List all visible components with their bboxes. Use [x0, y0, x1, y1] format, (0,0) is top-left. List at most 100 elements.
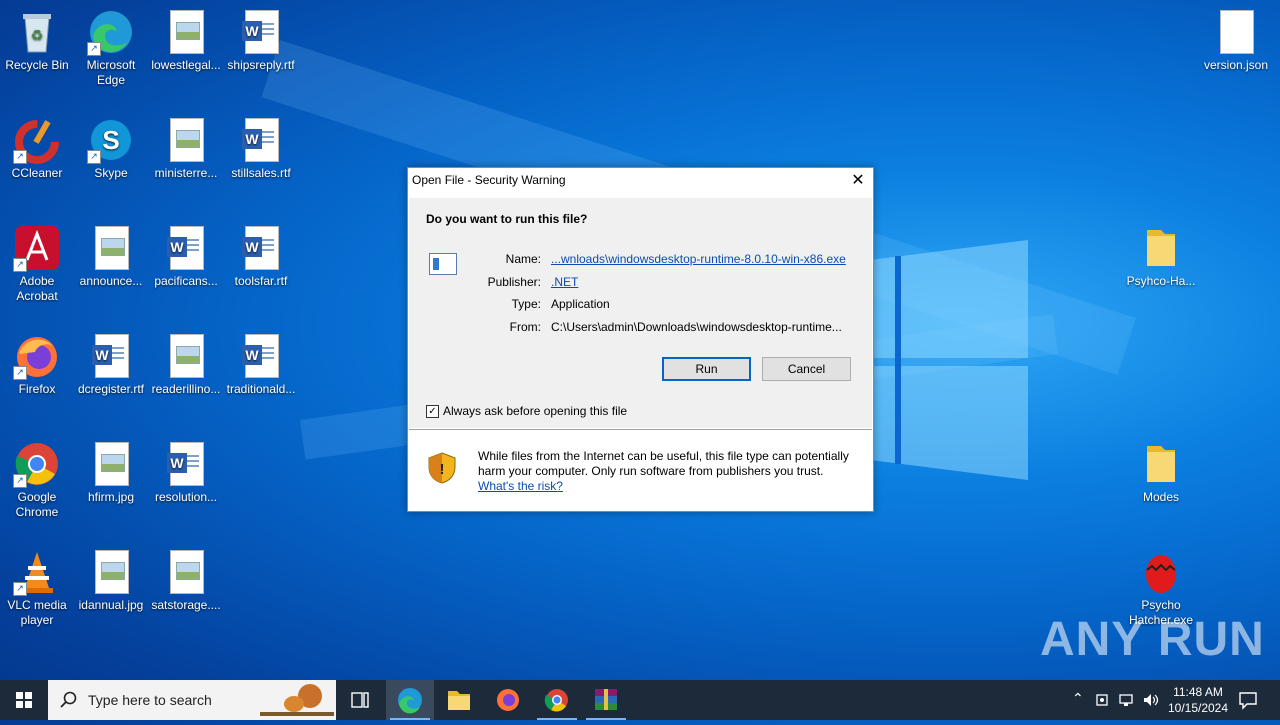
desktop-icon-ministerre[interactable]: ministerre...	[149, 116, 223, 181]
folder-icon	[1137, 440, 1185, 488]
desktop-icon-label: Skype	[94, 166, 128, 180]
desktop-icon-traditionald[interactable]: W traditionald...	[224, 332, 298, 397]
shortcut-arrow-icon: ↗	[13, 474, 27, 488]
from-label: From:	[509, 320, 541, 334]
whats-the-risk-link[interactable]: What's the risk?	[478, 479, 563, 493]
shortcut-arrow-icon: ↗	[13, 258, 27, 272]
shortcut-arrow-icon: ↗	[13, 366, 27, 380]
desktop-icon-ccleaner[interactable]: ↗ CCleaner	[0, 116, 74, 181]
desktop-icon-recycle-bin[interactable]: ♻ Recycle Bin	[0, 8, 74, 73]
from-value: C:\Users\admin\Downloads\windowsdesktop-…	[551, 320, 842, 334]
search-icon	[60, 691, 77, 708]
taskbar-chrome[interactable]	[533, 680, 581, 720]
dialog-separator	[409, 429, 872, 430]
squirrel-illustration-icon	[260, 684, 334, 716]
desktop-icon-label: resolution...	[154, 490, 218, 504]
desktop-icon-label: Modes	[1142, 490, 1180, 504]
firefox-icon: ↗	[13, 332, 61, 380]
shortcut-arrow-icon: ↗	[13, 150, 27, 164]
desktop-icon-label: hfirm.jpg	[87, 490, 134, 504]
desktop-icon-label: version.json	[1203, 58, 1269, 72]
taskbar-winrar[interactable]	[582, 680, 630, 720]
image-file-icon	[162, 8, 210, 56]
desktop-icon-label: shipsreply.rtf	[227, 58, 295, 72]
taskbar-clock[interactable]: 11:48 AM 10/15/2024	[1160, 684, 1236, 716]
desktop-icon-modes-folder[interactable]: Modes	[1124, 440, 1198, 505]
desktop-icon-idannual[interactable]: idannual.jpg	[74, 548, 148, 613]
taskbar-firefox[interactable]	[484, 680, 532, 720]
name-label: Name:	[505, 252, 541, 266]
edge-icon	[398, 688, 422, 714]
publisher-link[interactable]: .NET	[551, 275, 578, 289]
desktop-icon-label: traditionald...	[226, 382, 296, 396]
shortcut-arrow-icon: ↗	[87, 150, 101, 164]
meet-now-icon[interactable]	[1095, 692, 1111, 708]
file-name-link[interactable]: ...wnloads\windowsdesktop-runtime-8.0.10…	[551, 252, 846, 266]
publisher-label: Publisher:	[487, 275, 541, 289]
desktop-icon-skype[interactable]: S ↗ Skype	[74, 116, 148, 181]
desktop-icon-satstorage[interactable]: satstorage....	[149, 548, 223, 613]
desktop-icon-label: lowestlegal...	[151, 58, 221, 72]
blank-file-icon	[1212, 8, 1260, 56]
desktop-icon-label: stillsales.rtf	[231, 166, 291, 180]
desktop-icon-label: ministerre...	[154, 166, 218, 180]
chrome-icon: ↗	[13, 440, 61, 488]
shortcut-arrow-icon: ↗	[13, 582, 27, 596]
desktop-icon-label: Psyhco-Ha...	[1126, 274, 1196, 288]
image-file-icon	[162, 116, 210, 164]
run-button[interactable]: Run	[662, 357, 751, 381]
desktop-icon-google-chrome[interactable]: ↗ Google Chrome	[0, 440, 74, 520]
desktop-icon-dcregister[interactable]: W dcregister.rtf	[74, 332, 148, 397]
desktop-icon-adobe-acrobat[interactable]: ↗ Adobe Acrobat	[0, 224, 74, 304]
dialog-body: Do you want to run this file? Name: ...w…	[409, 198, 872, 428]
cancel-button[interactable]: Cancel	[762, 357, 851, 381]
word-document-icon: W	[87, 332, 135, 380]
notification-center-icon[interactable]	[1238, 690, 1258, 710]
desktop-icon-readerillino[interactable]: readerillino...	[149, 332, 223, 397]
shortcut-arrow-icon: ↗	[87, 42, 101, 56]
task-view-button[interactable]	[336, 680, 384, 720]
desktop-icon-label: CCleaner	[11, 166, 63, 180]
network-icon[interactable]	[1119, 692, 1135, 708]
desktop-icon-stillsales[interactable]: W stillsales.rtf	[224, 116, 298, 181]
type-label: Type:	[511, 297, 541, 311]
desktop-icon-lowestlegal[interactable]: lowestlegal...	[149, 8, 223, 73]
clock-date: 10/15/2024	[1167, 701, 1229, 715]
red-egg-icon	[1137, 548, 1185, 596]
taskbar-edge[interactable]	[386, 680, 434, 720]
desktop-icon-label: Google Chrome	[15, 490, 59, 519]
volume-icon[interactable]	[1142, 692, 1160, 708]
svg-text:♻: ♻	[31, 27, 44, 43]
word-document-icon: W	[237, 224, 285, 272]
start-button[interactable]	[0, 680, 48, 720]
desktop-icon-label: Firefox	[18, 382, 56, 396]
taskbar-search-box[interactable]: Type here to search	[48, 680, 336, 720]
svg-text:S: S	[102, 125, 119, 155]
show-hidden-icons-chevron[interactable]: ⌃	[1072, 690, 1084, 707]
dialog-title: Open File - Security Warning	[412, 173, 566, 187]
desktop-icon-resolution[interactable]: W resolution...	[149, 440, 223, 505]
wallpaper-windows-logo	[870, 240, 1028, 480]
word-document-icon: W	[237, 116, 285, 164]
desktop-icon-firefox[interactable]: ↗ Firefox	[0, 332, 74, 397]
desktop-icon-pacificans[interactable]: W pacificans...	[149, 224, 223, 289]
desktop-icon-version-json[interactable]: version.json	[1199, 8, 1273, 73]
desktop-icon-announce[interactable]: announce...	[74, 224, 148, 289]
desktop-icon-shipsreply[interactable]: W shipsreply.rtf	[224, 8, 298, 73]
always-ask-checkbox[interactable]: ✓	[426, 405, 439, 419]
taskbar: Type here to search ⌃ 11:48 AM 10/15/202…	[0, 680, 1280, 720]
desktop-icon-hfirm[interactable]: hfirm.jpg	[74, 440, 148, 505]
taskbar-file-explorer[interactable]	[435, 680, 483, 720]
recycle-bin-icon: ♻	[13, 8, 61, 56]
type-value: Application	[551, 297, 610, 311]
desktop-icon-label: idannual.jpg	[78, 598, 144, 612]
desktop-icon-psyhco-folder[interactable]: Psyhco-Ha...	[1124, 224, 1198, 289]
close-button[interactable]: ✕	[847, 170, 869, 192]
desktop-icon-edge[interactable]: ↗ Microsoft Edge	[74, 8, 148, 88]
desktop-icon-toolsfar[interactable]: W toolsfar.rtf	[224, 224, 298, 289]
desktop-icon-vlc[interactable]: ↗ VLC media player	[0, 548, 74, 628]
dialog-question: Do you want to run this file?	[426, 212, 588, 226]
acrobat-icon: ↗	[13, 224, 61, 272]
task-view-icon	[351, 692, 369, 708]
always-ask-checkbox-row[interactable]: ✓ Always ask before opening this file	[426, 404, 627, 419]
